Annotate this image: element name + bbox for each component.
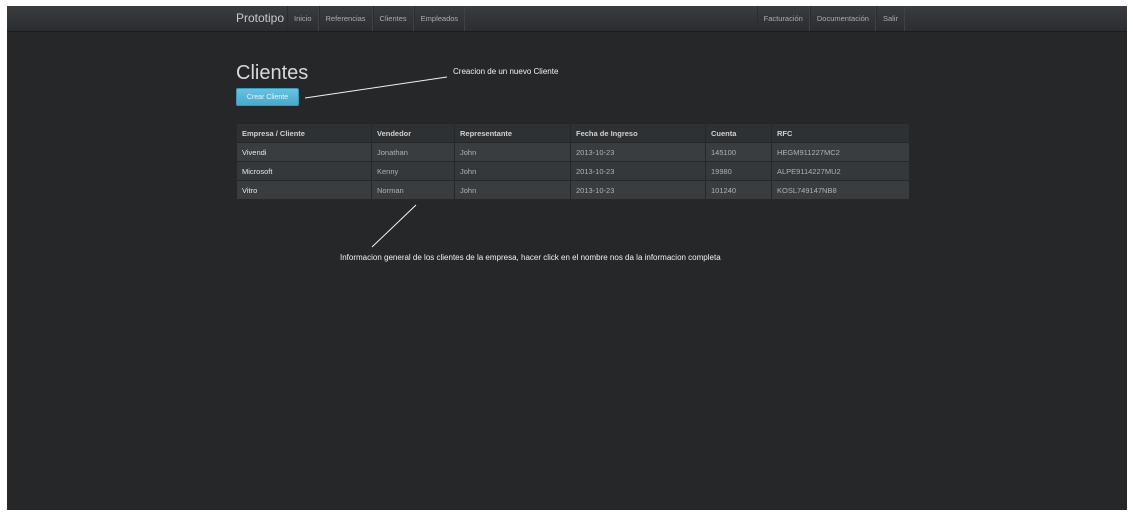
create-annotation-line (304, 76, 448, 99)
info-annotation: Informacion general de los clientes de l… (340, 253, 721, 262)
app-frame: Prototipo Inicio Referencias Clientes Em… (7, 6, 1127, 510)
info-annotation-line (371, 204, 417, 248)
create-annotation: Creacion de un nuevo Cliente (453, 67, 559, 76)
